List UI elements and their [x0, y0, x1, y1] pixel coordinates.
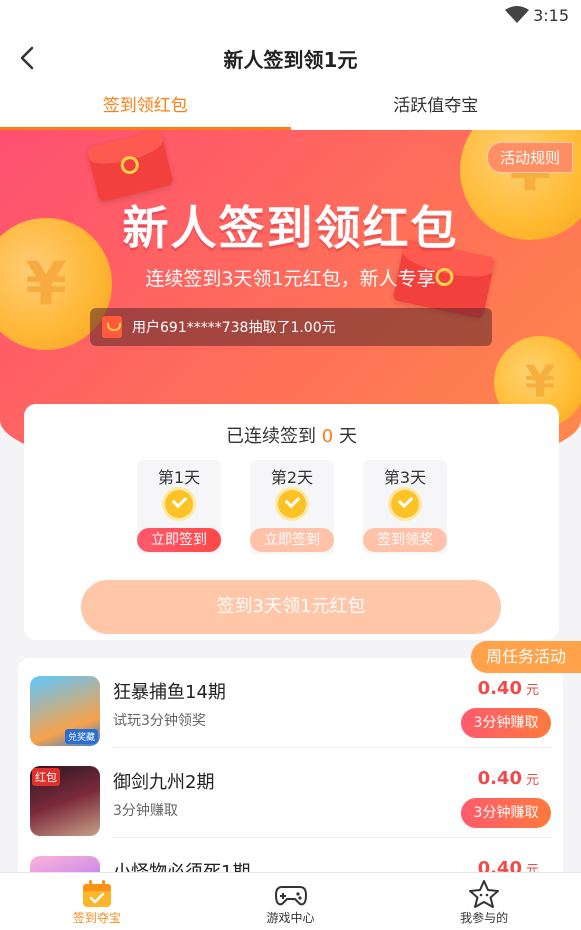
check-icon — [278, 490, 306, 518]
ticker-text: 用户691*****738抽取了1.00元 — [132, 320, 336, 336]
reward-amount: 0.40 — [477, 678, 522, 699]
gamepad-icon — [274, 886, 307, 906]
star-icon — [469, 880, 500, 908]
streak-suffix: 天 — [338, 426, 357, 447]
day-label: 第1天 — [157, 468, 201, 487]
nav-game-center[interactable]: 游戏中心 — [194, 873, 388, 930]
task-name: 狂暴捕鱼14期 — [113, 682, 226, 703]
check-icon — [391, 490, 419, 518]
checkin-now-button[interactable]: 立即签到 — [137, 528, 221, 552]
day-2-card: 第2天 立即签到 — [250, 460, 334, 554]
streak-status: 已连续签到 0 天 — [24, 422, 559, 448]
coin-symbol: ¥ — [524, 356, 556, 408]
streak-prefix: 已连续签到 — [226, 426, 317, 447]
nav-label: 签到夺宝 — [72, 911, 121, 925]
checkin-card: 已连续签到 0 天 第1天 立即签到 第2天 立即签到 第3天 签到领奖 签到3… — [24, 404, 559, 640]
list-item[interactable]: 红包 御剑九州2期 3分钟赚取 0.40 元 3分钟赚取 — [18, 748, 563, 838]
wifi-icon — [505, 6, 529, 23]
tab-activity-treasure[interactable]: 活跃值夺宝 — [291, 84, 581, 130]
tab-bar: 签到领红包 活跃值夺宝 — [0, 84, 581, 130]
earn-button[interactable]: 3分钟赚取 — [461, 798, 551, 828]
nav-label: 我参与的 — [460, 911, 509, 925]
check-icon — [165, 490, 193, 518]
task-name: 御剑九州2期 — [113, 772, 215, 793]
claim-reward-button[interactable]: 签到领奖 — [363, 528, 447, 552]
task-desc: 3分钟赚取 — [113, 803, 178, 819]
day-label: 第2天 — [270, 468, 314, 487]
winner-ticker: 用户691*****738抽取了1.00元 — [90, 308, 492, 346]
status-bar: 3:15 — [0, 0, 581, 32]
day-label: 第3天 — [383, 468, 427, 487]
weekly-task-list: 兑奖藏 狂暴捕鱼14期 试玩3分钟领奖 0.40 元 3分钟赚取 红包 御剑九州2… — [18, 658, 563, 872]
list-item[interactable]: 小怪物必须死1期 0.40元 — [18, 838, 563, 872]
day-1-card: 第1天 立即签到 — [137, 460, 221, 554]
reward-unit: 元 — [525, 683, 539, 698]
game-thumbnail — [30, 856, 100, 872]
reward-amount: 0.40 — [477, 768, 522, 789]
header: 新人签到领1元 — [0, 32, 581, 84]
game-thumbnail: 兑奖藏 — [30, 676, 100, 746]
day-3-card: 第3天 签到领奖 — [363, 460, 447, 554]
task-name: 小怪物必须死1期 — [113, 858, 250, 872]
streak-days: 0 — [321, 426, 334, 447]
weekly-tasks-tag: 周任务活动 — [471, 641, 581, 673]
earn-button[interactable]: 3分钟赚取 — [461, 708, 551, 738]
reward-unit: 元 — [525, 773, 539, 788]
claim-redpacket-button[interactable]: 签到3天领1元红包 — [81, 580, 501, 634]
banner-subtitle: 连续签到3天领1元红包，新人专享 — [145, 268, 436, 290]
reward-amount: 0.40 — [477, 858, 522, 872]
nav-my-participation[interactable]: 我参与的 — [387, 873, 581, 930]
thumbnail-badge: 红包 — [32, 768, 60, 786]
game-thumbnail: 红包 — [30, 766, 100, 836]
thumbnail-badge: 兑奖藏 — [64, 729, 98, 744]
status-time: 3:15 — [533, 6, 569, 25]
page-title: 新人签到领1元 — [223, 48, 358, 72]
task-desc: 试玩3分钟领奖 — [113, 713, 206, 729]
nav-label: 游戏中心 — [266, 911, 315, 925]
nav-checkin-treasure[interactable]: 签到夺宝 — [0, 873, 194, 930]
banner-title: 新人签到领红包 — [122, 201, 459, 255]
tab-checkin-redpacket[interactable]: 签到领红包 — [0, 84, 291, 130]
checkin-day2-button[interactable]: 立即签到 — [250, 528, 334, 552]
reward-unit: 元 — [525, 863, 539, 872]
bottom-nav: 签到夺宝 游戏中心 我参与的 — [0, 872, 581, 930]
activity-rules-button[interactable]: 活动规则 — [486, 142, 573, 173]
task-reward: 0.40 元 — [478, 768, 539, 789]
task-reward: 0.40 元 — [478, 678, 539, 699]
task-reward: 0.40 元 — [478, 858, 539, 872]
calendar-check-icon — [82, 880, 111, 907]
red-packet-icon — [102, 316, 122, 338]
